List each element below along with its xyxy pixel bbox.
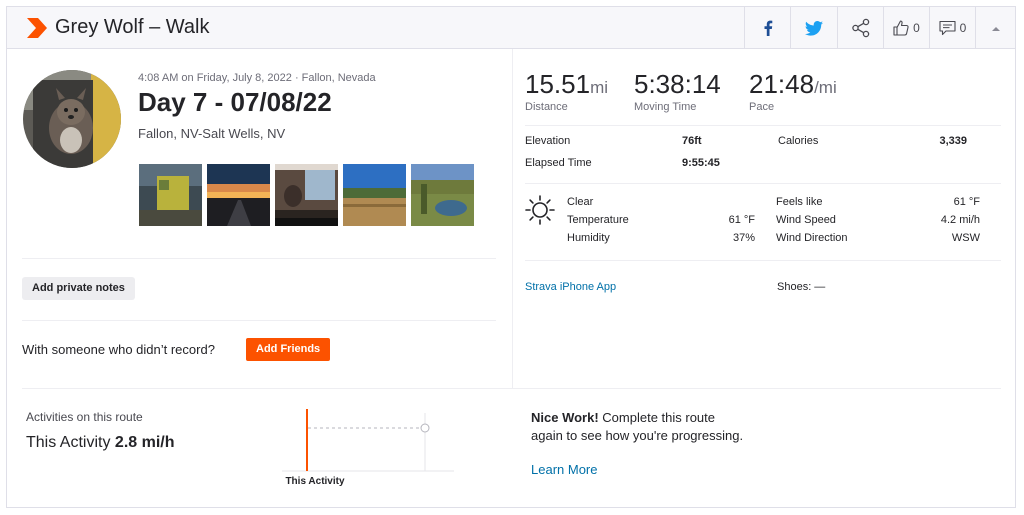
device-link[interactable]: Strava iPhone App [525, 281, 616, 293]
pace-label: Pace [749, 101, 775, 113]
photo-thumbnail[interactable] [207, 164, 270, 226]
activity-title[interactable]: Day 7 - 07/08/22 [138, 87, 332, 118]
pace-value: 21:48 [749, 69, 815, 99]
route-nice-work-text: Nice Work! Complete this route again to … [531, 409, 746, 445]
activity-header: Grey Wolf – Walk 0 0 [7, 7, 1015, 49]
shoes-label: Shoes: — [777, 281, 826, 293]
activity-card: Grey Wolf – Walk 0 0 4:08 AM on Friday, … [6, 6, 1016, 508]
photo-thumbnail[interactable] [139, 164, 202, 226]
stat-pace: 21:48/mi Pace [749, 69, 837, 113]
route-this-activity-speed: 2.8 mi/h [114, 434, 175, 451]
share-icon [851, 18, 869, 38]
feels-like-value: 61 °F [953, 196, 980, 208]
divider [22, 388, 1001, 389]
athlete-avatar[interactable] [23, 70, 121, 168]
twitter-share-button[interactable] [790, 7, 837, 49]
elevation-value: 76ft [682, 135, 702, 147]
chart-end-point [420, 423, 430, 433]
moving-time-value: 5:38:14 [634, 69, 721, 99]
wind-speed-label: Wind Speed [776, 214, 836, 226]
chart-this-activity-label: This Activity [285, 476, 345, 487]
activity-datetime: 4:08 AM on Friday, July 8, 2022 · Fallon… [138, 72, 376, 84]
calories-value: 3,339 [939, 135, 967, 147]
calories-label: Calories [778, 135, 819, 147]
route-section-title: Activities on this route [26, 410, 143, 424]
kudos-button[interactable]: 0 [883, 7, 929, 49]
weather-condition: Clear [567, 196, 594, 208]
pace-unit: /mi [814, 78, 837, 97]
wind-speed-value: 4.2 mi/h [940, 214, 980, 226]
elapsed-time-label: Elapsed Time [525, 157, 592, 169]
sun-icon [525, 195, 555, 225]
route-this-activity: This Activity 2.8 mi/h [26, 434, 175, 452]
with-someone-text: With someone who didn’t record? [22, 342, 215, 357]
wind-direction-label: Wind Direction [776, 232, 848, 244]
header-title: Grey Wolf – Walk [55, 16, 210, 38]
elevation-label: Elevation [525, 135, 571, 147]
comment-count: 0 [959, 21, 967, 35]
kudos-count: 0 [913, 21, 920, 35]
divider [525, 125, 1001, 126]
photo-thumbnail[interactable] [275, 164, 338, 226]
humidity-label: Humidity [567, 232, 610, 244]
divider [22, 320, 496, 321]
stat-moving-time: 5:38:14 Moving Time [634, 69, 721, 113]
facebook-icon [764, 20, 772, 36]
activity-location: Fallon, NV-Salt Wells, NV [138, 126, 286, 141]
divider [22, 258, 496, 259]
header-actions: 0 0 [744, 7, 1015, 49]
column-divider [512, 49, 513, 388]
elapsed-time-value: 9:55:45 [682, 157, 720, 169]
moving-time-label: Moving Time [634, 101, 697, 113]
photo-strip [139, 164, 474, 226]
temperature-value: 61 °F [728, 214, 755, 226]
comment-icon [939, 20, 956, 36]
twitter-icon [805, 20, 823, 36]
feels-like-label: Feels like [776, 196, 823, 208]
chevron-up-icon [991, 26, 1000, 31]
divider [525, 260, 1001, 261]
share-button[interactable] [837, 7, 883, 49]
distance-label: Distance [525, 101, 568, 113]
nice-work-bold: Nice Work! [531, 410, 599, 425]
collapse-button[interactable] [975, 7, 1015, 49]
photo-thumbnail[interactable] [343, 164, 406, 226]
add-private-notes-button[interactable]: Add private notes [22, 277, 135, 300]
comments-button[interactable]: 0 [929, 7, 975, 49]
facebook-share-button[interactable] [744, 7, 790, 49]
dog-photo [23, 70, 121, 168]
distance-value: 15.51 [525, 69, 591, 99]
wind-direction-value: WSW [951, 232, 980, 244]
divider [525, 183, 1001, 184]
photo-thumbnail[interactable] [411, 164, 474, 226]
temperature-label: Temperature [567, 214, 629, 226]
distance-unit: mi [590, 78, 609, 97]
add-friends-button[interactable]: Add Friends [246, 338, 331, 361]
route-this-activity-label: This Activity [26, 434, 111, 451]
stat-distance: 15.51mi Distance [525, 69, 608, 113]
learn-more-link[interactable]: Learn More [531, 462, 597, 477]
humidity-value: 37% [732, 232, 755, 244]
strava-chevron-icon [27, 18, 47, 38]
thumbs-up-icon [893, 20, 909, 36]
